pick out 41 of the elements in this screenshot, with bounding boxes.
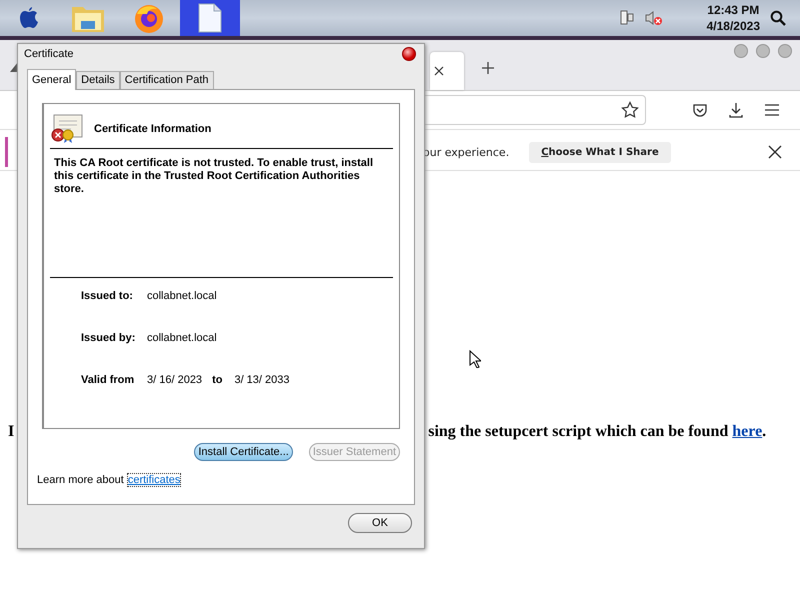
body-text: I: [8, 423, 14, 441]
mouse-cursor-icon: [469, 350, 481, 368]
dialog-tab[interactable]: Details: [76, 71, 120, 89]
ok-button[interactable]: OK: [348, 513, 412, 533]
install-certificate-button[interactable]: Install Certificate...: [194, 443, 293, 461]
field-value: collabnet.local: [147, 332, 217, 344]
close-button[interactable]: [402, 47, 416, 61]
pocket-icon[interactable]: [692, 102, 708, 118]
field-value: collabnet.local: [147, 290, 217, 302]
field-value: 3/ 13/ 2033: [234, 374, 290, 386]
clock-time: 12:43 PM: [707, 2, 760, 18]
field-label: Issued by:: [81, 332, 136, 344]
body-text: sing the setupcert script which can be found here.: [428, 423, 766, 441]
info-title: Certificate Information: [94, 123, 212, 135]
star-icon[interactable]: [621, 101, 639, 119]
close-icon[interactable]: [434, 66, 444, 76]
muted-speaker-icon[interactable]: [644, 10, 663, 26]
close-icon[interactable]: [768, 145, 782, 159]
certificates-link[interactable]: certificates: [128, 474, 180, 486]
choose-what-i-share-button[interactable]: Choose What I Share: [529, 142, 671, 162]
dialog-tab[interactable]: Certification Path: [120, 71, 214, 89]
field-value: 3/ 16/ 2023: [147, 374, 202, 386]
field-label: to: [212, 374, 222, 386]
browser-icon: [133, 2, 165, 34]
here-link[interactable]: here: [732, 423, 762, 440]
apple-icon: [19, 7, 39, 29]
document-icon: [198, 3, 222, 33]
taskbar-app[interactable]: [180, 0, 240, 36]
trust-message: This CA Root certificate is not trusted. To enable trust, install this certificate in the Trusted Root Certification Authorities store.: [50, 149, 393, 278]
dialog-title: Certificate: [24, 48, 74, 60]
certificate-icon: [51, 114, 83, 144]
menu-icon[interactable]: [764, 103, 780, 117]
field-label: Issued to:: [81, 290, 134, 302]
dialog-tab[interactable]: General: [27, 69, 76, 90]
download-icon[interactable]: [728, 102, 744, 118]
network-icon[interactable]: [618, 10, 635, 26]
learn-more-text: Learn more about: [37, 474, 124, 486]
clock-date: 4/18/2023: [706, 18, 760, 34]
new-tab-icon[interactable]: [482, 62, 494, 74]
search-icon[interactable]: [770, 10, 786, 26]
field-label: Valid from: [81, 374, 136, 386]
